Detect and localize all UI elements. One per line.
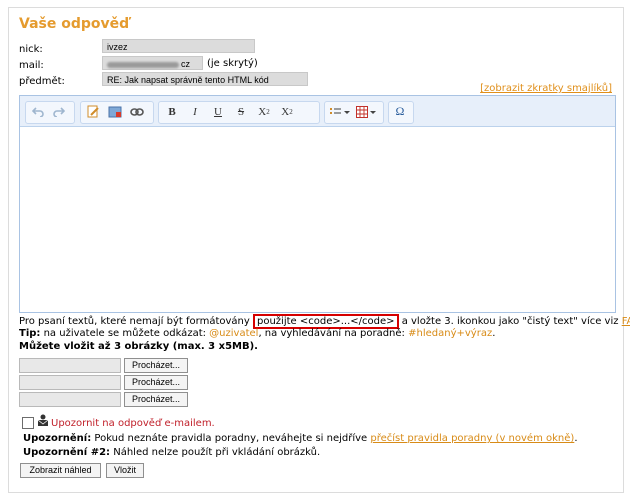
editor-toolbar: B I U S X2 X2 Ω: [20, 96, 615, 127]
list-dropdown-button[interactable]: [328, 103, 352, 120]
tip-line: Tip: na uživatele se můžete odkázat: @uz…: [19, 328, 495, 340]
underline-button[interactable]: U: [208, 103, 228, 120]
image-icon: [108, 106, 122, 117]
edit-html-button[interactable]: [84, 103, 102, 120]
bold-button[interactable]: B: [162, 103, 182, 120]
browse-button[interactable]: Procházet...: [124, 358, 188, 373]
tip-end: .: [492, 328, 496, 339]
preview-warning: Upozornění #2: Náhled nelze použít při v…: [23, 447, 320, 459]
tip-text-middle: , na vyhledávání na poradně:: [258, 328, 405, 339]
notify-checkbox[interactable]: [22, 417, 34, 429]
nick-label: nick:: [19, 44, 43, 55]
table-dropdown-button[interactable]: [354, 103, 378, 120]
subject-field[interactable]: RE: Jak napsat správně tento HTML kód: [102, 72, 308, 86]
strikethrough-button[interactable]: S: [231, 103, 251, 120]
mail-blur: [107, 61, 179, 68]
code-hint-text: Pro psaní textů, které nemají být formát…: [19, 316, 250, 327]
tip-text: na uživatele se můžete odkázat:: [43, 328, 206, 339]
redo-icon: [53, 106, 65, 117]
file-path-input[interactable]: [19, 358, 121, 373]
warning-2-text: Náhled nelze použít při vkládání obrázků…: [113, 447, 321, 458]
special-character-button[interactable]: Ω: [391, 103, 409, 120]
superscript-mark: 2: [289, 107, 293, 116]
code-hint-highlight: použijte <code>...</code>: [252, 314, 399, 329]
warning-label: Upozornění:: [23, 433, 92, 444]
tip-label: Tip:: [19, 328, 41, 339]
warning-text: Pokud neznáte pravidla poradny, neváhejt…: [94, 433, 368, 444]
insert-image-button[interactable]: [106, 103, 124, 120]
list-icon: [330, 107, 350, 114]
page-title: Vaše odpověď: [19, 16, 130, 32]
file-path-input[interactable]: [19, 392, 121, 407]
table-icon: [356, 105, 376, 118]
message-editor[interactable]: B I U S X2 X2 Ω: [19, 95, 616, 313]
faq-link[interactable]: FAQ: [622, 316, 630, 327]
smiley-shortcuts-link[interactable]: [zobrazit zkratky smajlíků]: [480, 83, 612, 94]
italic-button[interactable]: I: [185, 103, 205, 120]
code-hint-text-after: a vložte 3. ikonkou jako "čistý text" ví…: [401, 316, 619, 327]
superscript-button[interactable]: X2: [277, 103, 297, 120]
subscript-label: X: [258, 105, 267, 118]
browse-button[interactable]: Procházet...: [124, 392, 188, 407]
redo-button[interactable]: [50, 103, 68, 120]
code-hint-line: Pro psaní textů, které nemají být formát…: [19, 314, 630, 329]
warning-2-label: Upozornění #2:: [23, 447, 111, 458]
browse-button[interactable]: Procházet...: [124, 375, 188, 390]
subscript-mark: 2: [266, 107, 270, 116]
mail-user-icon: [37, 414, 49, 426]
superscript-label: X: [281, 105, 290, 118]
edit-page-icon: [87, 105, 99, 118]
mail-label: mail:: [19, 60, 44, 71]
undo-icon: [32, 106, 44, 117]
rules-link[interactable]: přečíst pravidla poradny (v novém okně): [370, 433, 574, 444]
rules-warning: Upozornění: Pokud neznáte pravidla porad…: [23, 433, 578, 445]
subject-label: předmět:: [19, 76, 65, 87]
nick-field[interactable]: ivzez: [102, 39, 255, 53]
mail-field-value: cz: [181, 59, 190, 69]
warning-end: .: [574, 433, 578, 444]
notify-label[interactable]: Upozornit na odpověď e-mailem.: [51, 418, 215, 430]
mail-field[interactable]: cz: [102, 56, 203, 70]
file-path-input[interactable]: [19, 375, 121, 390]
search-example: #hledaný+výraz: [408, 328, 493, 339]
submit-button[interactable]: Vložit: [106, 463, 144, 478]
preview-button[interactable]: Zobrazit náhled: [20, 463, 101, 478]
user-mention-example: @uzivatel: [209, 328, 259, 339]
link-icon: [130, 107, 144, 116]
undo-button[interactable]: [29, 103, 47, 120]
subscript-button[interactable]: X2: [254, 103, 274, 120]
images-note: Můžete vložit až 3 obrázky (max. 3 x5MB)…: [19, 341, 258, 352]
insert-link-button[interactable]: [128, 103, 146, 120]
mail-hidden-note: (je skrytý): [207, 58, 258, 69]
